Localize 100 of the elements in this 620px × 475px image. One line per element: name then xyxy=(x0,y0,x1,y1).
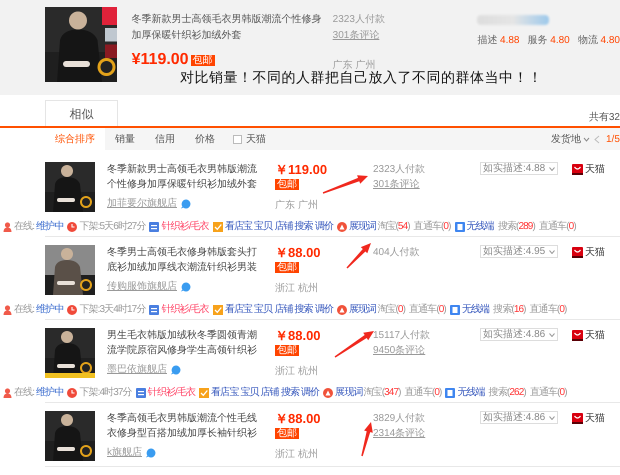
person-icon xyxy=(3,388,12,398)
checkmark-icon xyxy=(212,304,223,314)
online-label: 在线: xyxy=(14,304,34,316)
tool-link[interactable]: 调价 xyxy=(314,220,333,232)
sort-tab[interactable]: 信用 xyxy=(145,128,185,150)
shipping-badge: 包邮 xyxy=(275,345,299,356)
checkbox-label: 天猫 xyxy=(246,132,266,146)
sales-count: 3829人付款 xyxy=(373,412,426,426)
rating-dropdown[interactable]: 如实描述:4.88 xyxy=(480,162,558,175)
tool-link[interactable]: 店铺 xyxy=(260,386,279,398)
store-type-label: 天猫 xyxy=(585,329,605,343)
ztc-stat: 直通车(0) xyxy=(404,386,442,398)
store-type-label: 天猫 xyxy=(585,412,605,426)
sales-count: 2323人付款 xyxy=(332,13,386,27)
rating-dropdown[interactable]: 如实描述:4.86 xyxy=(480,328,558,341)
tool-link[interactable]: 宝贝 xyxy=(254,220,272,232)
caret-icon xyxy=(549,250,555,254)
tool-link[interactable]: 搜索 xyxy=(280,386,299,398)
sales-count: 2323人付款 xyxy=(373,163,426,177)
rating-dropdown[interactable]: 如实描述:4.95 xyxy=(480,245,558,258)
online-label: 在线: xyxy=(14,220,34,232)
rating-text: 服务 4.80 xyxy=(528,34,570,48)
annotation-text: 对比销量！不同的人群把自己放入了不同的群体当中！！ xyxy=(180,69,542,87)
caret-icon xyxy=(549,166,555,170)
rating-text: 描述 4.88 xyxy=(477,34,520,48)
exposure-label: 展现词 xyxy=(348,304,376,316)
chat-bubble-icon xyxy=(181,282,191,292)
location-text: 广东 广州 xyxy=(275,200,318,212)
search-stat: 搜索(16) xyxy=(493,304,526,316)
caret-icon xyxy=(549,332,555,336)
clock-icon xyxy=(67,304,78,314)
person-icon xyxy=(3,304,12,314)
product-title[interactable]: 冬季高领毛衣男韩版潮流个性毛线衣修身型百搭加绒加厚长袖针织衫 xyxy=(107,411,265,441)
product-title[interactable]: 冬季男士高领毛衣修身韩版套头打底衫加绒加厚线衣潮流针织衫男装 xyxy=(107,245,265,275)
tool-link[interactable]: 搜索 xyxy=(294,304,313,316)
sort-tab[interactable]: 销量 xyxy=(105,128,145,150)
category-label: 针织衫/毛衣 xyxy=(161,304,209,316)
category-label: 针织衫/毛衣 xyxy=(148,386,196,398)
store-type-label: 天猫 xyxy=(585,246,605,260)
product-title[interactable]: 冬季新款男士高领毛衣男韩版潮流个性修身加厚保暖针织衫加绒外套 xyxy=(107,162,265,192)
chat-bubble-icon xyxy=(181,199,191,209)
wireless-label: 无线端 xyxy=(457,386,485,398)
product-title[interactable]: 男生毛衣韩版加绒秋冬季圆领青潮流学院原宿风修身学生高领针织衫 xyxy=(107,328,265,358)
online-label: 在线: xyxy=(14,386,34,398)
chevron-left-icon xyxy=(594,135,600,144)
shopping-bag-icon xyxy=(572,247,583,258)
ztc-stat: 直通车(0) xyxy=(414,220,451,232)
product-price: ￥88.00 xyxy=(275,411,321,427)
tab[interactable]: 相似 xyxy=(45,100,118,126)
checkbox[interactable] xyxy=(233,134,242,144)
mobile-icon xyxy=(445,388,456,398)
tool-link[interactable]: 调价 xyxy=(300,386,320,398)
sort-tab[interactable]: 综合排序 xyxy=(45,128,105,150)
exposure-label: 展现词 xyxy=(335,386,362,398)
arrow xyxy=(322,175,368,194)
ztc-stat: 直通车(0) xyxy=(538,220,576,232)
page-indicator: 1/5 xyxy=(606,133,620,147)
product-title[interactable]: 冬季新款男士高领毛衣男韩版潮流个性修身加厚保暖针织衫加绒外套 xyxy=(132,12,323,44)
ztc-stat: 直通车(0) xyxy=(530,304,566,316)
tool-link[interactable]: 宝贝 xyxy=(254,304,272,316)
sales-count: 15117人付款 xyxy=(373,329,432,343)
checkmark-icon xyxy=(212,222,223,232)
chat-bubble-icon xyxy=(171,365,181,375)
rating-text: 物流 4.80 xyxy=(578,34,620,48)
delist-time: 下架:5天6时27分 xyxy=(79,220,146,232)
shopping-bag-icon xyxy=(572,413,583,424)
shopping-bag-icon xyxy=(572,330,583,341)
online-status: 维护中 xyxy=(36,304,64,316)
previous-page-button[interactable] xyxy=(594,135,600,144)
shipping-badge: 包邮 xyxy=(275,428,299,439)
location-text: 浙江 杭州 xyxy=(275,283,318,295)
shipping-badge: 包邮 xyxy=(275,179,299,190)
caret-icon xyxy=(583,137,590,142)
tool-link[interactable]: 宝贝 xyxy=(240,386,259,398)
product-price: ￥88.00 xyxy=(275,245,321,261)
tool-link[interactable]: 搜索 xyxy=(294,220,313,232)
tool-link[interactable]: 店铺 xyxy=(274,304,293,316)
wireless-label: 无线端 xyxy=(462,304,490,316)
ship-from-dropdown[interactable]: 发货地 xyxy=(551,132,590,147)
online-status: 维护中 xyxy=(36,386,64,398)
tool-link[interactable]: 看店宝 xyxy=(211,386,238,398)
tool-link[interactable]: 看店宝 xyxy=(224,304,252,316)
checkmark-icon xyxy=(199,388,210,398)
arrow xyxy=(346,243,371,268)
shipping-badge: 包邮 xyxy=(275,262,299,273)
delist-time: 下架:3天4时17分 xyxy=(79,304,146,316)
location-text: 浙江 杭州 xyxy=(275,449,318,461)
tool-link[interactable]: 调价 xyxy=(314,304,333,316)
tool-link[interactable]: 店铺 xyxy=(274,220,293,232)
ztc-stat: 直通车(0) xyxy=(530,386,567,398)
wireless-label: 无线端 xyxy=(466,220,494,232)
location-text: 广东 广州 xyxy=(332,58,376,71)
sort-tab[interactable]: 价格 xyxy=(185,128,225,150)
tool-link[interactable]: 看店宝 xyxy=(224,220,252,232)
rating-dropdown[interactable]: 如实描述:4.86 xyxy=(480,411,558,424)
taobao-stat: 淘宝(0) xyxy=(377,304,406,316)
arrow xyxy=(334,331,374,358)
taobao-stat: 淘宝(347) xyxy=(364,386,401,398)
mobile-icon xyxy=(454,222,465,232)
shipping-badge: 包邮 xyxy=(190,54,215,66)
